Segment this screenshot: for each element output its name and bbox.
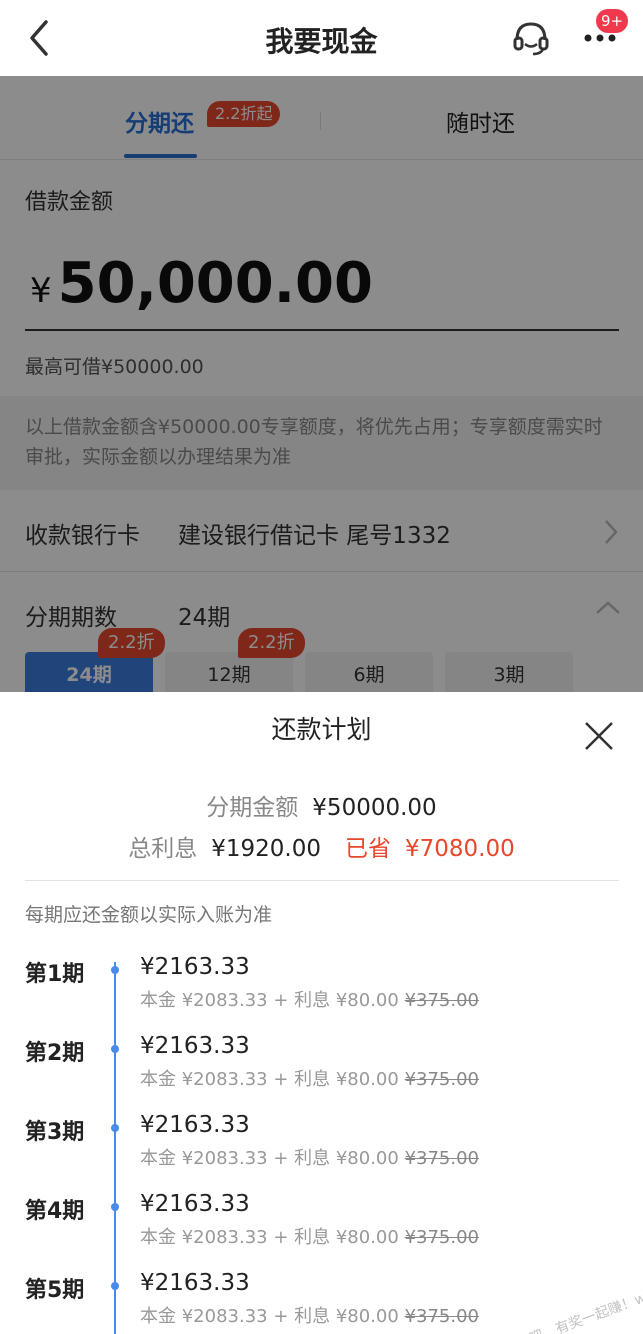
installment-amount-label: 分期金额 <box>206 795 299 821</box>
saved-value: ¥7080.00 <box>405 836 515 862</box>
original-interest: ¥375.00 <box>404 990 480 1011</box>
plan-breakdown: 本金 ¥2083.33 + 利息 ¥80.00 <box>140 1148 399 1169</box>
interest-summary: 总利息 ¥1920.00 已省 ¥7080.00 <box>0 829 643 863</box>
plan-period: 第4期 <box>25 1199 85 1224</box>
customer-service-icon[interactable] <box>511 18 551 58</box>
timeline-dot <box>111 1203 119 1211</box>
plan-amount: ¥2163.33 <box>140 954 250 980</box>
plan-breakdown: 本金 ¥2083.33 + 利息 ¥80.00 <box>140 1306 399 1327</box>
plan-breakdown: 本金 ¥2083.33 + 利息 ¥80.00 <box>140 1227 399 1248</box>
plan-detail: 本金 ¥2083.33 + 利息 ¥80.00 ¥375.00 <box>140 986 479 1012</box>
timeline-dot <box>111 1282 119 1290</box>
modal-backdrop[interactable] <box>0 76 643 692</box>
original-interest: ¥375.00 <box>404 1306 480 1327</box>
plan-row: 第1期 ¥2163.33 本金 ¥2083.33 + 利息 ¥80.00 ¥37… <box>0 954 643 1036</box>
original-interest: ¥375.00 <box>404 1227 480 1248</box>
plan-row: 第3期 ¥2163.33 本金 ¥2083.33 + 利息 ¥80.00 ¥37… <box>0 1112 643 1194</box>
plan-period: 第1期 <box>25 962 85 987</box>
plan-detail: 本金 ¥2083.33 + 利息 ¥80.00 ¥375.00 <box>140 1302 479 1328</box>
plan-amount: ¥2163.33 <box>140 1191 250 1217</box>
timeline-dot <box>111 1045 119 1053</box>
timeline-dot <box>111 1124 119 1132</box>
plan-period: 第3期 <box>25 1120 85 1145</box>
plan-breakdown: 本金 ¥2083.33 + 利息 ¥80.00 <box>140 1069 399 1090</box>
repayment-plan-sheet: 还款计划 分期金额 ¥50000.00 总利息 ¥1920.00 已省 ¥7080.00… <box>0 692 643 1334</box>
original-interest: ¥375.00 <box>404 1148 480 1169</box>
divider <box>25 880 619 881</box>
installment-amount-summary: 分期金额 ¥50000.00 <box>0 788 643 822</box>
plan-amount: ¥2163.33 <box>140 1270 250 1296</box>
plan-amount: ¥2163.33 <box>140 1112 250 1138</box>
plan-period: 第2期 <box>25 1041 85 1066</box>
plan-detail: 本金 ¥2083.33 + 利息 ¥80.00 ¥375.00 <box>140 1065 479 1091</box>
plan-detail: 本金 ¥2083.33 + 利息 ¥80.00 ¥375.00 <box>140 1144 479 1170</box>
saved-label: 已省 <box>345 836 391 862</box>
installment-amount-value: ¥50000.00 <box>312 795 437 821</box>
nav-bar: 我要现金 9+ <box>0 0 643 76</box>
sheet-title: 还款计划 <box>271 715 372 744</box>
plan-note: 每期应还金额以实际入账为准 <box>25 904 273 926</box>
original-interest: ¥375.00 <box>404 1069 480 1090</box>
plan-row: 第2期 ¥2163.33 本金 ¥2083.33 + 利息 ¥80.00 ¥37… <box>0 1033 643 1115</box>
plan-row: 第4期 ¥2163.33 本金 ¥2083.33 + 利息 ¥80.00 ¥37… <box>0 1191 643 1273</box>
total-interest-value: ¥1920.00 <box>211 836 321 862</box>
close-icon[interactable] <box>583 720 615 752</box>
notification-badge: 9+ <box>596 9 629 33</box>
plan-amount: ¥2163.33 <box>140 1033 250 1059</box>
plan-period: 第5期 <box>25 1278 85 1303</box>
timeline-dot <box>111 966 119 974</box>
plan-detail: 本金 ¥2083.33 + 利息 ¥80.00 ¥375.00 <box>140 1223 479 1249</box>
total-interest-label: 总利息 <box>128 836 198 862</box>
plan-breakdown: 本金 ¥2083.33 + 利息 ¥80.00 <box>140 990 399 1011</box>
